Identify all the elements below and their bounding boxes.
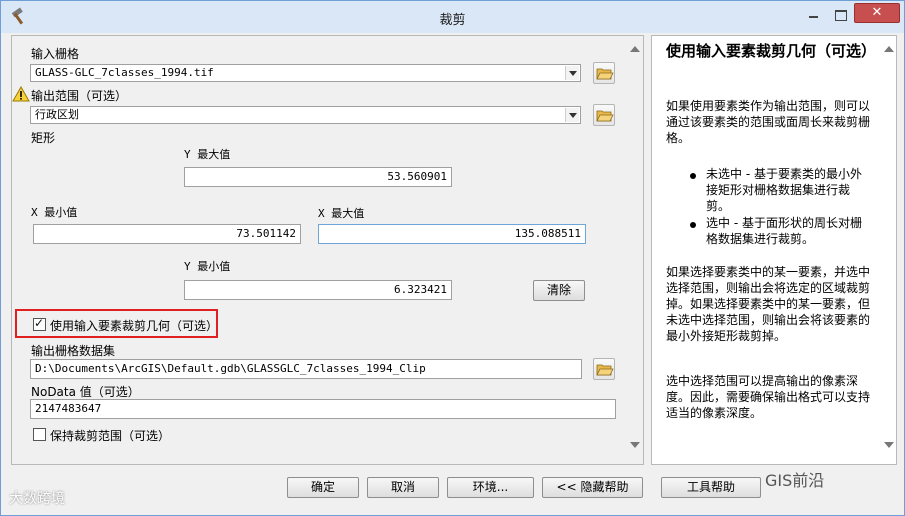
help-title: 使用输入要素裁剪几何（可选）	[666, 42, 877, 60]
keep-extent-label: 保持裁剪范围（可选）	[50, 429, 171, 443]
folder-open-icon	[596, 68, 614, 80]
keep-extent-checkbox[interactable]	[33, 428, 46, 441]
chevron-down-icon[interactable]	[565, 108, 579, 122]
output-dataset-input[interactable]: D:\Documents\ArcGIS\Default.gdb\GLASSGLC…	[30, 359, 582, 379]
watermark-right: GIS前沿	[765, 471, 825, 490]
title-bar: 裁剪 ✕	[1, 1, 904, 33]
input-raster-value: GLASS-GLC_7classes_1994.tif	[35, 66, 214, 79]
window-title: 裁剪	[439, 13, 466, 28]
x-max-label: X 最大值	[318, 207, 365, 220]
clip-dialog: 裁剪 ✕ 输入栅格 GLASS-GLC_7classes_1994.tif 输出…	[0, 0, 905, 516]
input-raster-label: 输入栅格	[31, 47, 80, 61]
input-raster-combo[interactable]: GLASS-GLC_7classes_1994.tif	[30, 64, 581, 82]
nodata-input[interactable]: 2147483647	[30, 399, 616, 419]
maximize-button[interactable]	[827, 5, 853, 23]
scroll-up-icon[interactable]	[630, 46, 640, 52]
use-geometry-checkbox[interactable]	[33, 316, 46, 331]
minimize-button[interactable]	[799, 5, 827, 23]
nodata-label: NoData 值（可选）	[31, 385, 140, 399]
rectangle-label: 矩形	[31, 131, 56, 145]
scroll-up-icon[interactable]	[884, 46, 894, 52]
chevron-down-icon[interactable]	[565, 66, 579, 80]
browse-output-extent-button[interactable]	[593, 104, 615, 126]
scroll-down-icon[interactable]	[884, 442, 894, 448]
help-paragraph-3: 选中选择范围可以提高输出的像素深度。因此，需要确保输出格式可以支持适当的像素深度…	[666, 374, 871, 420]
tool-help-button[interactable]: 工具帮助	[661, 477, 761, 498]
bullet-icon	[690, 173, 696, 179]
clear-button[interactable]: 清除	[533, 280, 585, 301]
help-panel: 使用输入要素裁剪几何（可选） 如果使用要素类作为输出范围，则可以通过该要素类的范…	[651, 35, 897, 465]
help-paragraph-2: 如果选择要素类中的某一要素，并选中选择范围，则输出会将选定的区域裁剪掉。如果选择…	[666, 265, 871, 343]
folder-open-icon	[596, 364, 614, 376]
watermark-left: 大数跨境	[9, 491, 65, 507]
folder-open-icon	[596, 110, 614, 122]
scroll-down-icon[interactable]	[630, 442, 640, 448]
help-bullet-1: 未选中 - 基于要素类的最小外接矩形对栅格数据集进行裁剪。	[706, 167, 862, 213]
help-bullet-2: 选中 - 基于面形状的周长对栅格数据集进行裁剪。	[706, 216, 862, 246]
x-min-input[interactable]: 73.501142	[33, 224, 301, 244]
hide-help-button[interactable]: << 隐藏帮助	[542, 477, 643, 498]
x-min-label: X 最小值	[31, 206, 78, 219]
use-geometry-label: 使用输入要素裁剪几何（可选）	[50, 319, 219, 333]
output-extent-combo[interactable]: 行政区划	[30, 106, 581, 124]
browse-output-dataset-button[interactable]	[593, 358, 615, 380]
output-extent-value: 行政区划	[35, 108, 79, 121]
y-min-input[interactable]: 6.323421	[184, 280, 452, 300]
x-max-input[interactable]: 135.088511	[318, 224, 586, 244]
cancel-button[interactable]: 取消	[367, 477, 439, 498]
y-min-label: Y 最小值	[184, 260, 231, 273]
ok-button[interactable]: 确定	[287, 477, 359, 498]
bullet-icon	[690, 222, 696, 228]
output-dataset-label: 输出栅格数据集	[31, 344, 116, 358]
environments-button[interactable]: 环境...	[447, 477, 534, 498]
form-scrollbar[interactable]	[627, 36, 642, 464]
browse-input-raster-button[interactable]	[593, 62, 615, 84]
close-button[interactable]: ✕	[854, 3, 900, 23]
help-scrollbar[interactable]	[881, 36, 896, 464]
output-extent-label: 输出范围（可选）	[31, 89, 128, 103]
warning-icon	[12, 86, 30, 102]
y-max-label: Y 最大值	[184, 148, 231, 161]
help-paragraph-1: 如果使用要素类作为输出范围，则可以通过该要素类的范围或面周长来裁剪栅格。	[666, 99, 871, 145]
y-max-input[interactable]: 53.560901	[184, 167, 452, 187]
